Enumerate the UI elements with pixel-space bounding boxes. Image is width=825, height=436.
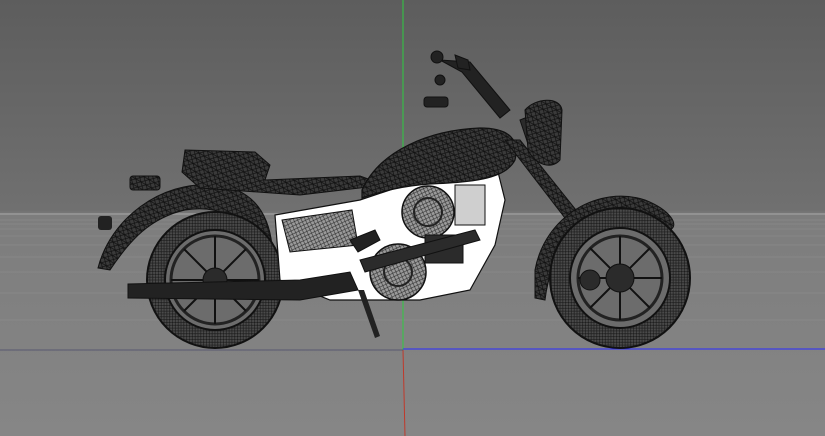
front-wheel bbox=[549, 207, 691, 349]
rear-turn-signal bbox=[98, 216, 112, 230]
handlebars bbox=[423, 50, 511, 119]
z-axis-line bbox=[402, 349, 406, 436]
tail-light bbox=[129, 175, 161, 191]
viewport-scene[interactable] bbox=[0, 0, 825, 436]
3d-viewport[interactable] bbox=[0, 0, 825, 436]
motorcycle-model[interactable] bbox=[97, 50, 691, 349]
seat bbox=[181, 149, 386, 196]
rear-wheel bbox=[146, 211, 284, 349]
